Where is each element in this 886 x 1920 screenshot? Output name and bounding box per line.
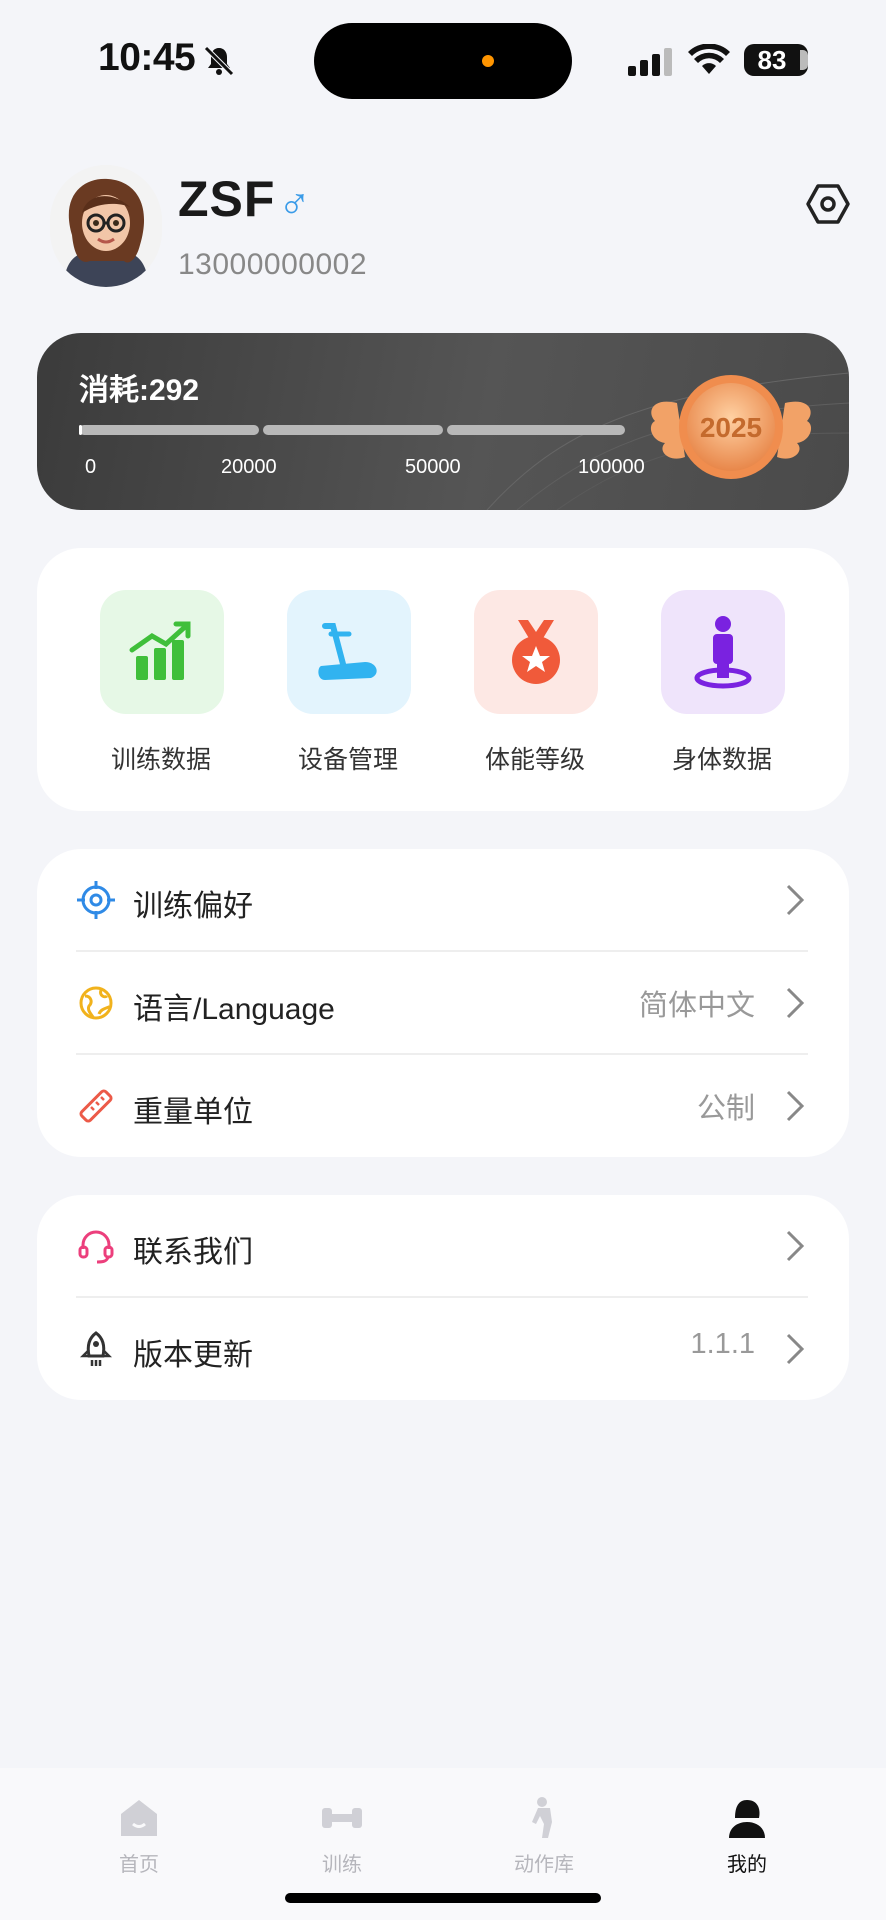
- quick-action-label: 体能等级: [484, 746, 585, 774]
- bar-chart-icon: [129, 621, 191, 680]
- quick-action-label: 训练数据: [110, 746, 211, 774]
- tab-label: 首页: [119, 1854, 159, 1876]
- male-gender-icon: ♂: [278, 178, 311, 227]
- chevron-right-icon: [786, 1230, 805, 1262]
- row-label: 联系我们: [133, 1236, 253, 1269]
- row-label: 语言/Language: [133, 993, 335, 1026]
- avatar-illustration: [50, 165, 162, 287]
- globe-icon: [79, 986, 113, 1020]
- wifi-icon: [688, 44, 730, 74]
- medal-icon: [512, 620, 560, 684]
- progress-fill: [79, 425, 82, 435]
- bell-muted-icon: [204, 46, 234, 76]
- dynamic-island: [314, 23, 572, 99]
- medal-year: 2025: [700, 412, 762, 443]
- milestone-label: 100000: [578, 456, 645, 478]
- winged-medal-icon: 2025: [650, 375, 812, 479]
- row-label: 训练偏好: [133, 890, 253, 923]
- list-row-training-preference[interactable]: 训练偏好: [37, 849, 849, 951]
- privacy-indicator: [482, 55, 494, 67]
- chevron-right-icon: [786, 1090, 805, 1122]
- quick-action-tile: [287, 590, 411, 714]
- progress-segment-1: [79, 425, 259, 435]
- consumption-label: 消耗:292: [79, 374, 200, 407]
- list-row-contact-us[interactable]: 联系我们: [37, 1195, 849, 1297]
- row-label: 版本更新: [133, 1339, 253, 1372]
- tab-label: 我的: [727, 1854, 767, 1876]
- quick-action-fitness-level[interactable]: 体能等级: [435, 590, 615, 790]
- treadmill-icon: [318, 623, 377, 680]
- target-icon: [77, 881, 115, 919]
- home-indicator: [285, 1893, 601, 1903]
- battery-tip: [800, 50, 808, 70]
- rocket-icon: [79, 1331, 113, 1366]
- quick-action-label: 设备管理: [297, 746, 398, 774]
- row-label: 重量单位: [133, 1096, 253, 1129]
- user-icon: [729, 1800, 765, 1838]
- ruler-icon: [79, 1089, 113, 1123]
- quick-action-tile: [661, 590, 785, 714]
- row-value: 简体中文: [638, 990, 755, 1022]
- quick-action-device-management[interactable]: 设备管理: [248, 590, 428, 790]
- tab-home[interactable]: 首页: [59, 1768, 219, 1876]
- settings-list-card: 训练偏好 语言/Language 简体中文 重量单位 公制: [37, 849, 849, 1157]
- status-time: 10:45: [98, 36, 196, 79]
- support-list-card: 联系我们 版本更新 1.1.1: [37, 1195, 849, 1400]
- milestone-label: 20000: [221, 456, 277, 478]
- user-phone: 13000000002: [178, 248, 368, 281]
- milestone-label: 0: [85, 456, 97, 478]
- row-value: 1.1.1: [690, 1328, 756, 1360]
- list-row-version-update[interactable]: 版本更新 1.1.1: [37, 1298, 849, 1400]
- chevron-right-icon: [786, 884, 805, 916]
- user-name: ZSF: [178, 171, 276, 227]
- chevron-right-icon: [786, 987, 805, 1019]
- milestone-label: 50000: [405, 456, 461, 478]
- calorie-progress-banner[interactable]: 消耗:292 0 20000 50000 100000 2025: [37, 333, 849, 510]
- tab-training[interactable]: 训练: [262, 1768, 422, 1876]
- progress-segment-3: [447, 425, 625, 435]
- cellular-signal-icon: [628, 48, 672, 76]
- list-row-weight-unit[interactable]: 重量单位 公制: [37, 1055, 849, 1157]
- quick-action-body-data[interactable]: 身体数据: [622, 590, 802, 790]
- tab-label: 动作库: [514, 1854, 574, 1876]
- list-row-language[interactable]: 语言/Language 简体中文: [37, 952, 849, 1054]
- tab-exercise-library[interactable]: 动作库: [464, 1768, 624, 1876]
- quick-action-label: 身体数据: [671, 746, 772, 774]
- avatar[interactable]: [50, 165, 162, 287]
- quick-action-tile: [474, 590, 598, 714]
- battery-level: 83: [757, 45, 787, 75]
- row-value: 公制: [696, 1093, 755, 1125]
- stretch-figure-icon: [532, 1797, 552, 1838]
- dumbbell-icon: [322, 1808, 362, 1828]
- tab-mine[interactable]: 我的: [667, 1768, 827, 1876]
- progress-track: [79, 425, 625, 435]
- progress-segment-2: [263, 425, 443, 435]
- settings-hexagon-icon[interactable]: [804, 180, 852, 228]
- quick-actions-card: 训练数据 设备管理 体能等级 身体数据: [37, 548, 849, 811]
- tab-label: 训练: [322, 1854, 362, 1876]
- person-icon: [694, 616, 752, 689]
- quick-action-training-data[interactable]: 训练数据: [61, 590, 241, 790]
- chevron-right-icon: [786, 1333, 805, 1365]
- headset-icon: [78, 1230, 114, 1264]
- quick-action-tile: [100, 590, 224, 714]
- home-icon: [121, 1800, 157, 1836]
